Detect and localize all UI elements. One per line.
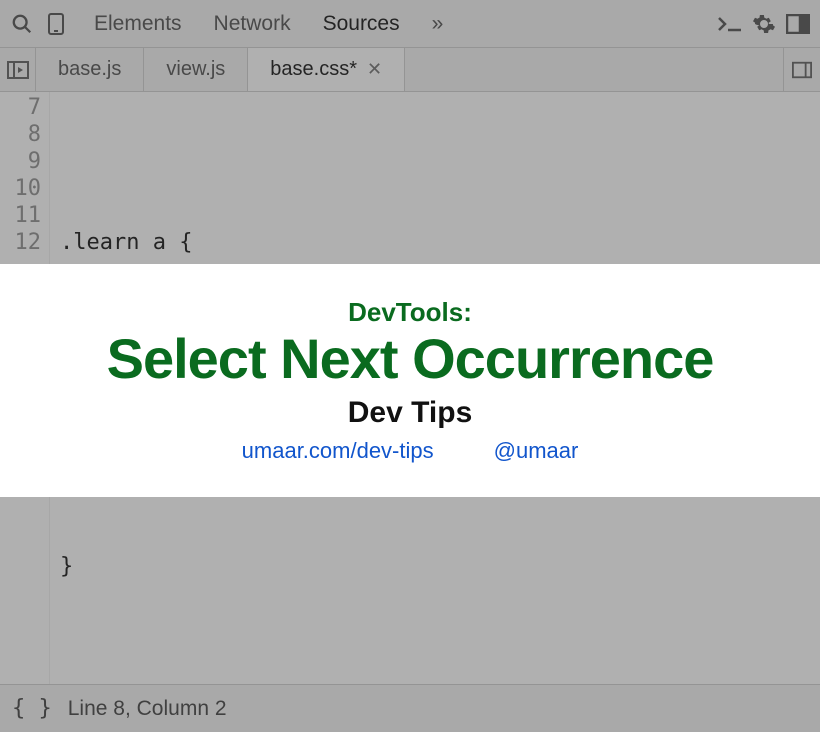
tab-elements[interactable]: Elements	[80, 6, 196, 42]
tab-network[interactable]: Network	[200, 6, 305, 42]
code-line: }	[60, 553, 820, 580]
line-number: 10	[0, 175, 41, 202]
line-number: 11	[0, 202, 41, 229]
banner-link-site[interactable]: umaar.com/dev-tips	[242, 438, 434, 464]
filetab-base-css[interactable]: base.css* ✕	[248, 48, 405, 91]
filetab-label: base.js	[58, 58, 121, 81]
filetab-base-js[interactable]: base.js	[36, 48, 144, 91]
banner-subtitle: Dev Tips	[348, 396, 473, 430]
device-icon[interactable]	[42, 10, 70, 38]
line-number: 12	[0, 229, 41, 256]
tab-sources[interactable]: Sources	[309, 6, 414, 42]
code-line	[60, 148, 820, 175]
banner-links: umaar.com/dev-tips @umaar	[242, 438, 579, 464]
panel-tabs: Elements Network Sources »	[80, 6, 457, 42]
banner-small-title: DevTools:	[348, 297, 472, 328]
banner-link-handle[interactable]: @umaar	[494, 438, 579, 464]
status-bar: { } Line 8, Column 2	[0, 684, 820, 732]
banner-big-title: Select Next Occurrence	[107, 330, 714, 389]
filetab-label: base.css*	[270, 58, 357, 81]
filetab-view-js[interactable]: view.js	[144, 48, 248, 91]
tab-overflow[interactable]: »	[418, 6, 458, 42]
line-number: 7	[0, 94, 41, 121]
console-icon[interactable]	[716, 10, 744, 38]
line-number: 9	[0, 148, 41, 175]
pretty-print-icon[interactable]: { }	[12, 696, 52, 721]
add-tab-icon[interactable]	[784, 48, 820, 91]
line-number: 8	[0, 121, 41, 148]
filetab-label: view.js	[166, 58, 225, 81]
dock-icon[interactable]	[784, 10, 812, 38]
cursor-position: Line 8, Column 2	[68, 697, 227, 721]
gear-icon[interactable]	[750, 10, 778, 38]
navigator-toggle-icon[interactable]	[0, 48, 36, 91]
devtools-toolbar: Elements Network Sources »	[0, 0, 820, 48]
search-icon[interactable]	[8, 10, 36, 38]
file-tab-bar: base.js view.js base.css* ✕	[0, 48, 820, 92]
code-line: .learn a {	[60, 229, 820, 256]
title-banner: DevTools: Select Next Occurrence Dev Tip…	[0, 264, 820, 497]
close-icon[interactable]: ✕	[367, 59, 382, 80]
